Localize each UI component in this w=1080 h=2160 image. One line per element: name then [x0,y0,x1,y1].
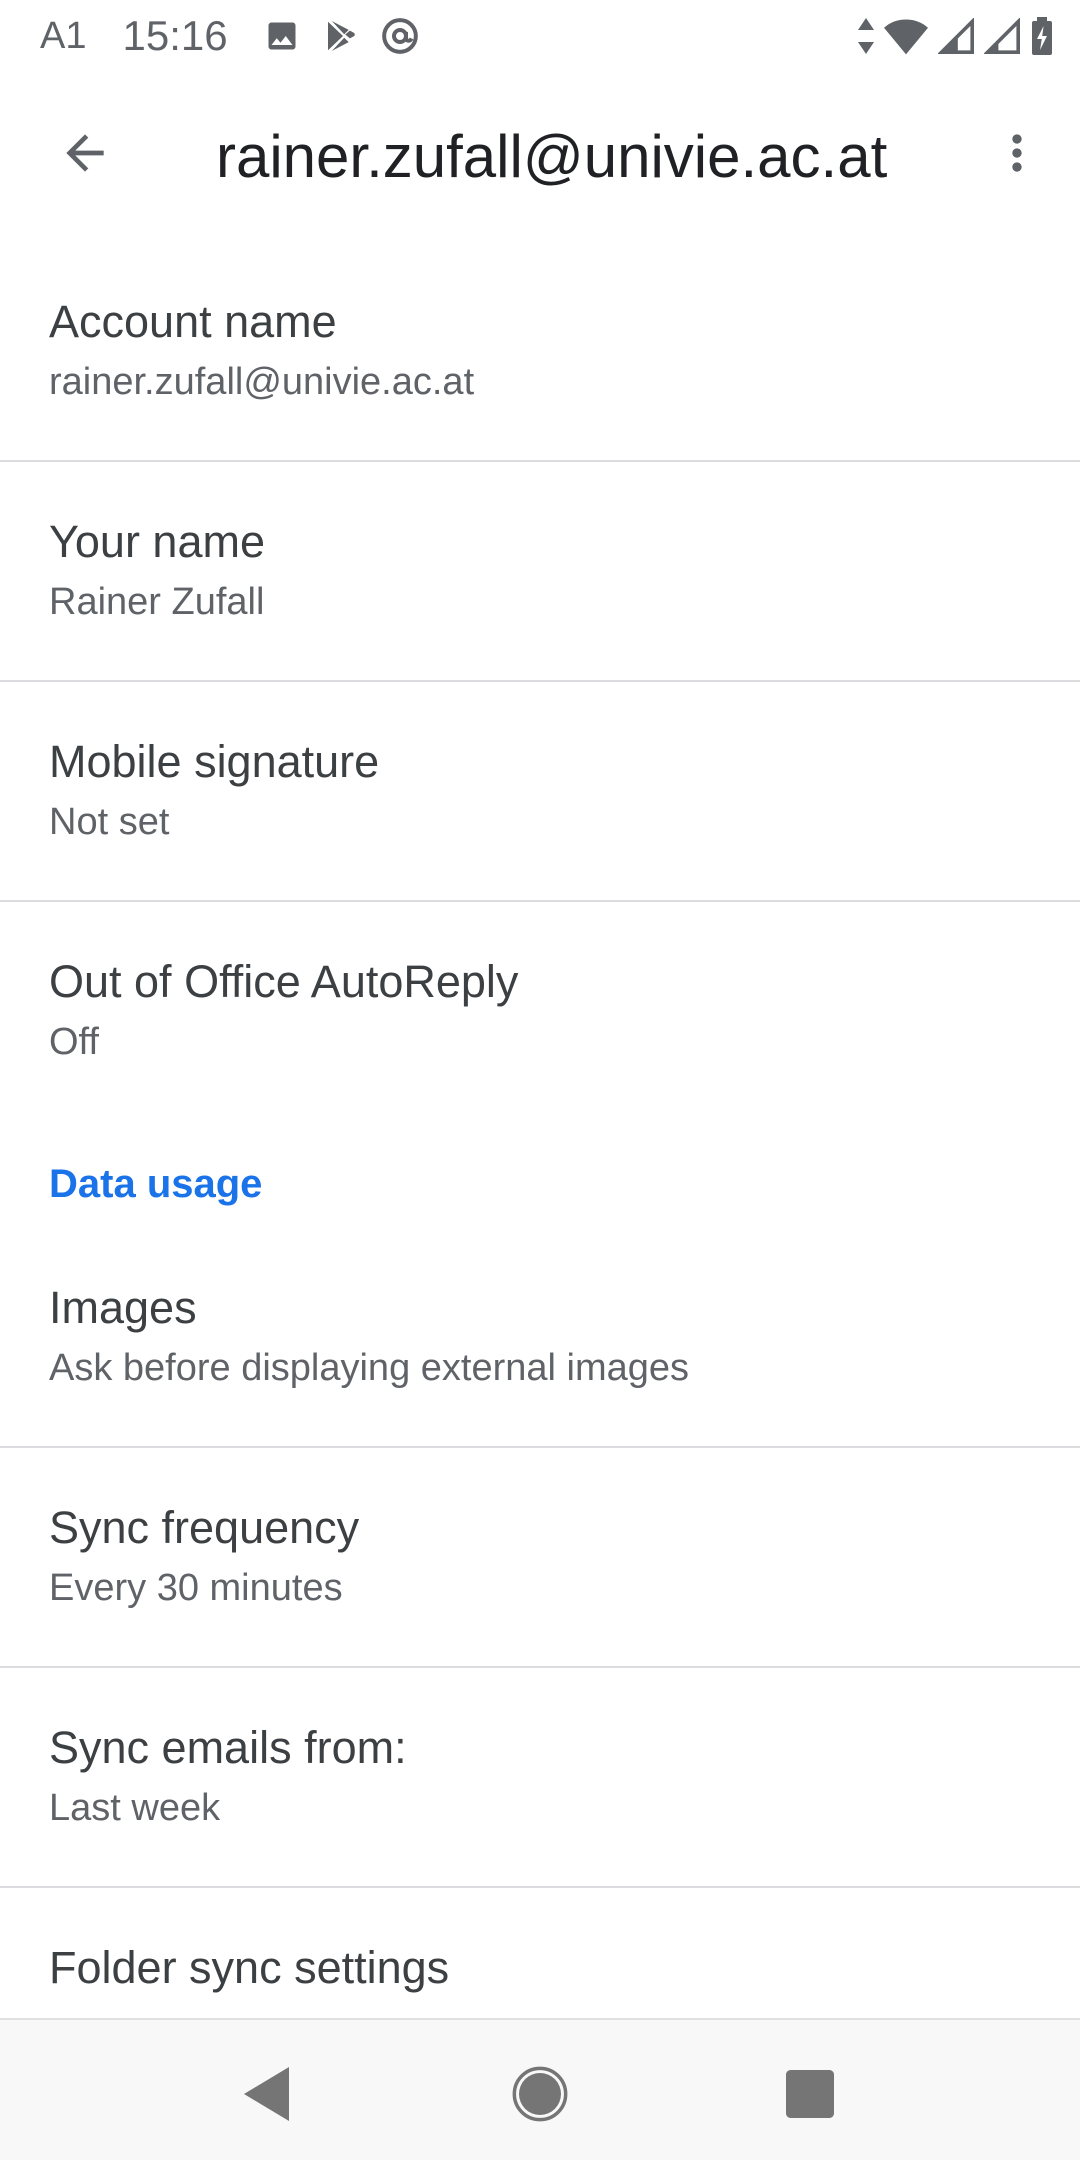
pref-summary: Rainer Zufall [49,581,265,623]
nav-recents-icon [786,2069,834,2123]
pref-title: Sync emails from: [49,1722,407,1773]
pref-account-name[interactable]: Account name rainer.zufall@univie.ac.at [0,242,1080,462]
pref-summary: rainer.zufall@univie.ac.at [49,361,475,403]
nav-home-button[interactable] [500,2056,580,2136]
nav-home-icon [512,2066,568,2127]
pref-summary: Not set [49,801,170,843]
pref-summary: Ask before displaying external images [49,1347,690,1389]
pref-summary: Last week [49,1787,221,1829]
carrier-label: A1 [40,14,87,57]
category-header: Data usage [49,1162,263,1206]
pref-sync-frequency[interactable]: Sync frequency Every 30 minutes [0,1448,1080,1668]
pref-mobile-signature[interactable]: Mobile signature Not set [0,682,1080,902]
settings-list: Account name rainer.zufall@univie.ac.at … [0,242,1080,2108]
nav-recents-button[interactable] [770,2056,850,2136]
pref-out-of-office[interactable]: Out of Office AutoReply Off [0,902,1080,1122]
pref-sync-emails-from[interactable]: Sync emails from: Last week [0,1668,1080,1888]
pref-title: Your name [49,516,265,567]
pref-images[interactable]: Images Ask before displaying external im… [0,1238,1080,1448]
signal-icon [938,18,974,54]
image-icon [264,18,300,54]
nav-back-icon [244,2066,292,2126]
overflow-menu-button[interactable] [976,114,1058,196]
pref-summary: Every 30 minutes [49,1567,343,1609]
status-clock: 15:16 [122,12,228,59]
battery-charging-icon [1030,16,1054,56]
pref-title: Account name [49,296,337,347]
wifi-icon [884,17,928,55]
app-bar: rainer.zufall@univie.ac.at [0,72,1080,242]
pref-title: Out of Office AutoReply [49,956,519,1007]
play-store-icon [322,18,358,54]
category-data-usage: Data usage [0,1122,1080,1238]
arrow-back-icon [57,125,113,186]
more-vert-icon [989,125,1045,186]
signal-icon [984,18,1020,54]
pref-title: Mobile signature [49,736,380,787]
page-title: rainer.zufall@univie.ac.at [216,123,888,190]
pref-summary: Off [49,1021,99,1063]
settings-screen: A1 15:16 rainer.zufall@univie.ac.at Acco… [0,0,1080,2160]
pref-your-name[interactable]: Your name Rainer Zufall [0,462,1080,682]
pref-title: Folder sync settings [49,1942,450,1993]
pref-title: Images [49,1282,197,1333]
at-sign-icon [380,16,420,56]
pref-title: Sync frequency [49,1502,360,1553]
data-arrows-icon [858,18,874,54]
status-bar: A1 15:16 [0,0,1080,72]
nav-back-button[interactable] [228,2056,308,2136]
system-nav-bar [0,2018,1080,2160]
back-button[interactable] [44,114,126,196]
